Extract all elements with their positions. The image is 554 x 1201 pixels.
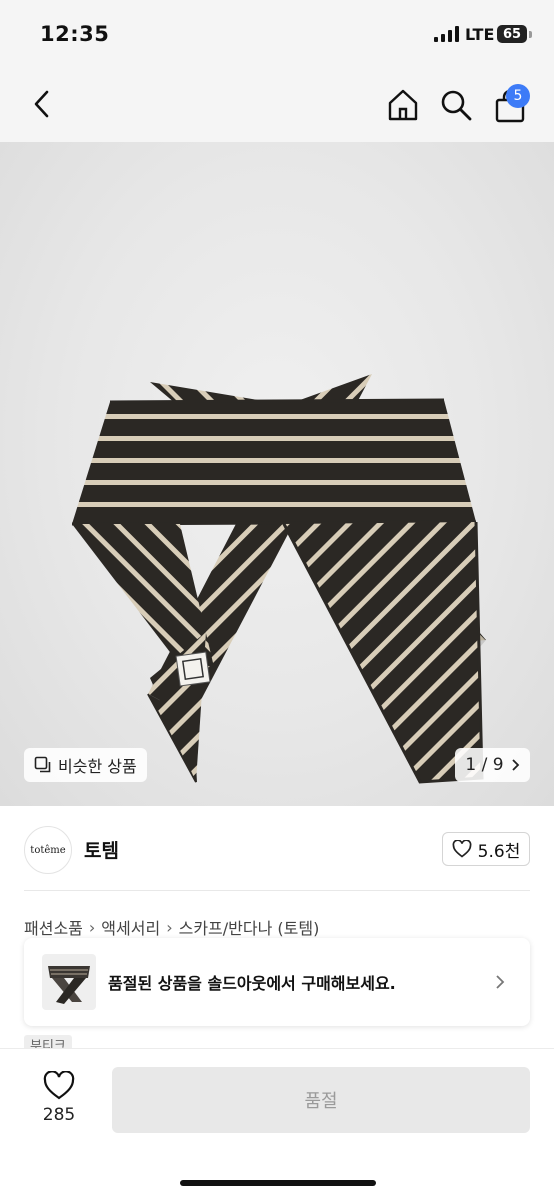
back-icon[interactable]: [24, 86, 60, 122]
heart-icon: [452, 840, 472, 858]
status-bar: 12:35 LTE 65: [0, 0, 554, 68]
network-label: LTE: [465, 25, 495, 44]
breadcrumb-item[interactable]: 패션소품: [24, 915, 83, 939]
similar-products-label: 비슷한 상품: [58, 757, 137, 776]
chevron-right-icon: [511, 759, 519, 771]
heart-icon[interactable]: [43, 1071, 75, 1101]
breadcrumb-item[interactable]: 스카프/반다나 (토템): [179, 915, 320, 939]
wish-count: 285: [42, 1105, 76, 1125]
copy-icon: [34, 756, 51, 773]
brand-like-count: 5.6천: [477, 841, 521, 862]
image-counter-button[interactable]: 1 / 9: [455, 748, 530, 782]
product-photo-scarf: [71, 374, 486, 784]
soldout-promo-text: 품절된 상품을 솔드아웃에서 구매해보세요.: [108, 974, 396, 993]
chevron-right-icon: [496, 975, 505, 989]
breadcrumb-separator-icon: ›: [166, 917, 173, 937]
brand-name[interactable]: 토템: [84, 836, 119, 863]
home-indicator: [180, 1180, 376, 1186]
home-icon[interactable]: [384, 86, 422, 124]
breadcrumb-separator-icon: ›: [88, 917, 96, 937]
battery-icon: 65: [497, 25, 527, 43]
banner-thumbnail: [42, 954, 96, 1010]
scarf-thumbnail-icon: [48, 966, 90, 1004]
soldout-promo-banner[interactable]: 품절된 상품을 솔드아웃에서 구매해보세요.: [24, 938, 530, 1026]
soldout-button[interactable]: 품절: [112, 1067, 530, 1133]
breadcrumb: 패션소품 › 액세서리 › 스카프/반다나 (토템): [24, 915, 319, 939]
brand-logo-text: totême: [30, 844, 66, 856]
brand-like-button[interactable]: 5.6천: [442, 832, 530, 866]
cart-count-badge: 5: [506, 84, 530, 108]
image-counter-label: 1 / 9: [465, 755, 504, 775]
status-time: 12:35: [40, 22, 110, 46]
bottom-action-bar: 285 품절: [0, 1048, 554, 1201]
divider: [24, 890, 530, 891]
battery-cap: [529, 31, 532, 38]
brand-logo[interactable]: totême: [24, 826, 72, 874]
nav-bar: 5: [0, 68, 554, 142]
breadcrumb-item[interactable]: 액세서리: [101, 915, 160, 939]
product-image[interactable]: 비슷한 상품 1 / 9: [0, 142, 554, 806]
search-icon[interactable]: [437, 86, 475, 124]
signal-icon: [434, 26, 459, 42]
similar-products-button[interactable]: 비슷한 상품: [24, 748, 147, 782]
battery-level: 65: [502, 26, 522, 42]
brand-row[interactable]: totême 토템 5.6천: [0, 820, 554, 880]
